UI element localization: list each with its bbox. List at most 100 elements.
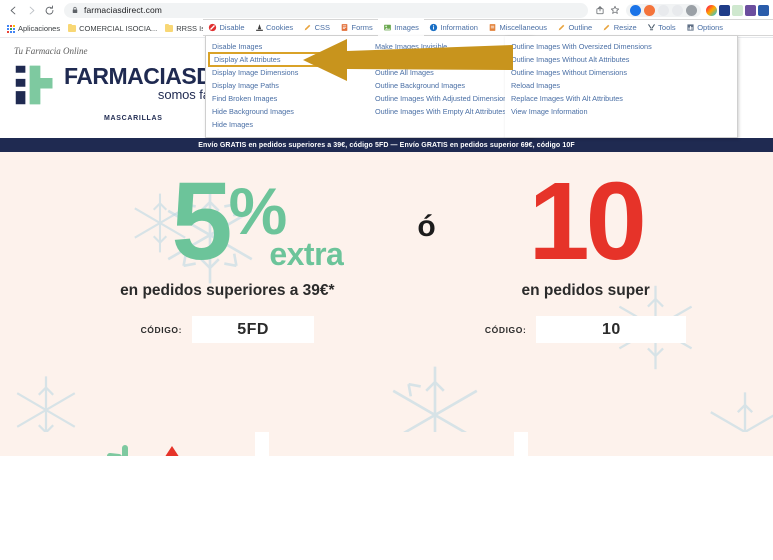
extension-icon-7[interactable]	[719, 4, 730, 16]
bookmark-apps[interactable]: Aplicaciones	[5, 24, 66, 33]
forward-button[interactable]	[22, 1, 40, 19]
webdev-item-forms[interactable]: Forms	[335, 19, 378, 36]
reload-button[interactable]	[40, 1, 58, 19]
site-tagline: Tu Farmacia Online	[14, 46, 88, 56]
address-bar[interactable]: farmaciasdirect.com	[64, 2, 588, 18]
card-third[interactable]	[528, 432, 773, 456]
webdev-item-information[interactable]: Information	[424, 19, 483, 36]
webdev-item-options[interactable]: Options	[681, 19, 728, 36]
card-medicamentos-sin-receta[interactable]: Medicamentos sin receta	[269, 432, 515, 456]
chrome-action-icons	[593, 3, 769, 17]
code-label: CÓDIGO:	[140, 324, 183, 335]
hero-promo-section: 5% extra en pedidos superiores a 39€* CÓ…	[0, 152, 773, 432]
webdev-item-css[interactable]: CSS	[298, 19, 335, 36]
extension-icon-4[interactable]	[672, 4, 683, 16]
card-title-line1: Medicamentos	[307, 452, 476, 456]
extension-icon-8[interactable]	[732, 4, 743, 16]
extension-icon-1[interactable]	[630, 4, 641, 16]
disable-icon	[208, 23, 217, 32]
offer-code-row: CÓDIGO: 10	[436, 316, 736, 343]
category-cards: Calendario de adviento	[0, 432, 773, 456]
webdev-label: Miscellaneous	[499, 23, 547, 32]
promo-banner-strip: Envío GRATIS en pedidos superiores a 39€…	[0, 138, 773, 152]
extension-icon-2[interactable]	[644, 4, 655, 16]
folder-icon	[165, 23, 174, 32]
webdev-item-images[interactable]: Images	[377, 19, 424, 36]
menu-item-view-image-information[interactable]: View Image Information	[505, 105, 737, 118]
offer-number: 5	[171, 160, 232, 283]
webdev-item-cookies[interactable]: Cookies	[250, 19, 299, 36]
images-menu-column-1: Disable Images Display Alt Attributes Di…	[206, 40, 369, 137]
webdev-label: Forms	[351, 23, 373, 32]
miscellaneous-icon	[489, 24, 496, 31]
menu-item-outline-without-alt[interactable]: Outline Images Without Alt Attributes	[505, 53, 737, 66]
webdev-label: Options	[697, 23, 724, 32]
code-value: 5FD	[192, 316, 315, 343]
offer-10-percent: 10 en pedidos super CÓDIGO: 10	[436, 152, 736, 343]
webdev-item-disable[interactable]: Disable	[203, 19, 250, 36]
webdev-item-outline[interactable]: Outline	[552, 19, 597, 36]
tools-icon	[647, 24, 655, 31]
back-button[interactable]	[4, 1, 22, 19]
webdev-label: Images	[394, 23, 419, 32]
menu-item-hide-images[interactable]: Hide Images	[206, 118, 369, 131]
bookmark-label: COMERCIAL ISOCIA...	[79, 24, 158, 33]
forms-icon	[341, 24, 348, 31]
menu-item-display-image-dimensions[interactable]: Display Image Dimensions	[206, 66, 369, 79]
menu-item-reload-images[interactable]: Reload Images	[505, 79, 737, 92]
offer-5-percent: 5% extra en pedidos superiores a 39€* CÓ…	[37, 152, 417, 343]
offer-subtitle: en pedidos super	[521, 282, 650, 299]
menu-item-display-image-paths[interactable]: Display Image Paths	[206, 79, 369, 92]
webdev-label: Outline	[568, 23, 593, 32]
webdev-item-tools[interactable]: Tools	[642, 19, 681, 36]
information-icon	[429, 23, 438, 32]
images-dropdown-menu-column-3: Outline Images With Oversized Dimensions…	[505, 36, 738, 138]
options-icon	[687, 24, 694, 31]
offer-code-row: CÓDIGO: 5FD	[37, 316, 417, 343]
offer-number: 10	[528, 160, 646, 283]
code-value: 10	[536, 316, 687, 343]
menu-item-outline-oversized-dimensions[interactable]: Outline Images With Oversized Dimensions	[505, 40, 737, 53]
extension-icon-6[interactable]	[706, 4, 717, 16]
url-text: farmaciasdirect.com	[84, 5, 162, 15]
card-calendario-adviento[interactable]: Calendario de adviento	[0, 432, 256, 456]
offer-subtitle: en pedidos superiores a 39€*	[120, 282, 335, 299]
webdev-label: Resize	[613, 23, 637, 32]
images-icon	[383, 24, 391, 31]
resize-icon	[603, 24, 610, 31]
webdev-item-miscellaneous[interactable]: Miscellaneous	[483, 19, 552, 36]
web-developer-toolbar: Disable Cookies CSS Forms Images Informa…	[203, 19, 773, 36]
cookies-icon	[255, 24, 263, 31]
extensions-pill	[626, 3, 701, 17]
menu-item-find-broken-images[interactable]: Find Broken Images	[206, 92, 369, 105]
bookmark-star-icon[interactable]	[608, 4, 621, 17]
css-icon	[304, 24, 311, 31]
extension-icon-9[interactable]	[745, 4, 756, 16]
code-label: CÓDIGO:	[484, 324, 527, 335]
offer-separator: ó	[417, 210, 436, 243]
outline-icon	[558, 24, 565, 31]
webdev-item-resize[interactable]: Resize	[597, 19, 641, 36]
extension-icon-5[interactable]	[686, 4, 697, 16]
menu-item-display-alt-attributes[interactable]: Display Alt Attributes	[208, 52, 367, 67]
images-dropdown-menu: Disable Images Display Alt Attributes Di…	[205, 36, 533, 138]
menu-item-hide-background-images[interactable]: Hide Background Images	[206, 105, 369, 118]
apps-grid-icon	[7, 24, 15, 33]
bookmark-comercial[interactable]: COMERCIAL ISOCIA...	[66, 23, 163, 33]
extension-icon-10[interactable]	[758, 4, 769, 16]
snowflake-tree-icon	[107, 445, 179, 456]
webdev-label: CSS	[314, 23, 331, 32]
webdev-label: Information	[440, 23, 478, 32]
share-icon[interactable]	[593, 4, 606, 17]
menu-item-outline-without-dimensions[interactable]: Outline Images Without Dimensions	[505, 66, 737, 79]
offer-extra-label: extra	[269, 236, 344, 272]
extension-icon-3[interactable]	[658, 4, 669, 16]
bookmark-label: Aplicaciones	[18, 24, 61, 33]
cross-logo-icon	[15, 65, 53, 105]
menu-item-replace-with-alt[interactable]: Replace Images With Alt Attributes	[505, 92, 737, 105]
folder-icon	[68, 23, 77, 32]
lock-icon	[72, 6, 78, 13]
nav-item-mascarillas[interactable]: MASCARILLAS	[104, 115, 163, 122]
webdev-label: Tools	[658, 23, 676, 32]
browser-toolbar: farmaciasdirect.com	[0, 0, 773, 20]
